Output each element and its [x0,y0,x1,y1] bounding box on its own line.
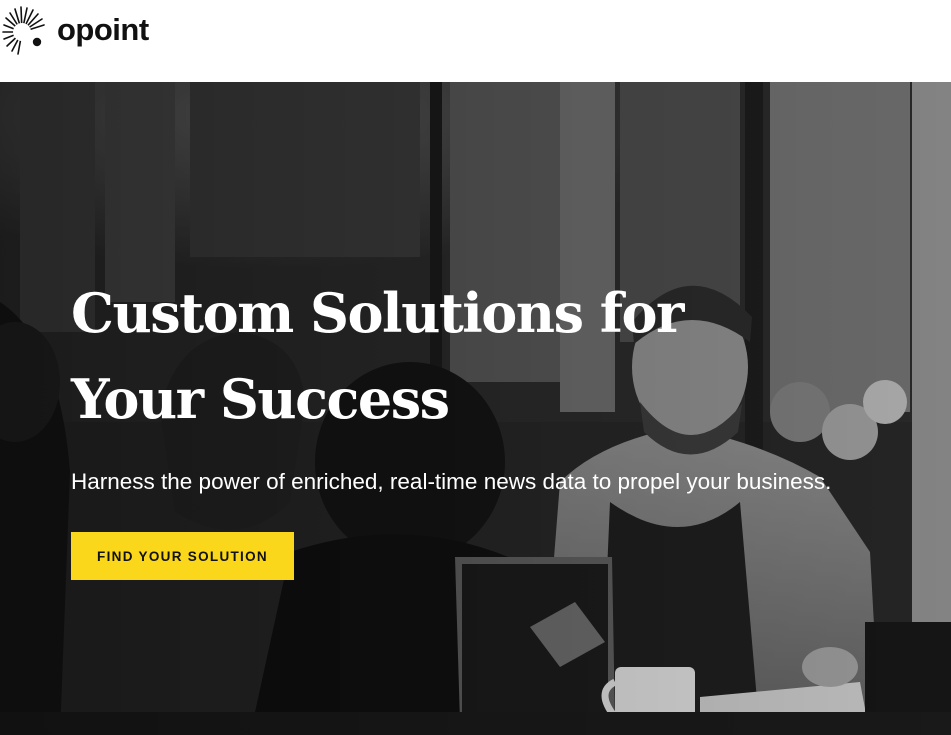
site-header: opoint [0,0,951,82]
hero-section: Custom Solutions for Your Success Harnes… [0,82,951,735]
opoint-logo-link[interactable]: opoint [0,6,149,56]
find-your-solution-button[interactable]: FIND YOUR SOLUTION [71,532,294,580]
hero-title: Custom Solutions for Your Success [71,281,684,431]
brand-name: opoint [57,12,149,47]
hero-subtitle: Harness the power of enriched, real-time… [71,469,832,494]
sunburst-dot-icon [2,6,45,55]
